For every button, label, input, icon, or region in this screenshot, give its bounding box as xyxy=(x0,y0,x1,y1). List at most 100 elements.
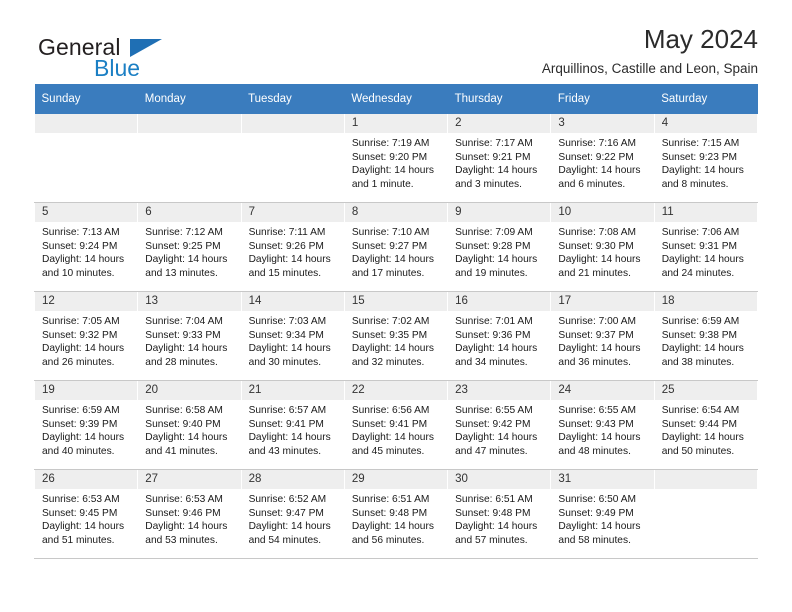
daylight-text-line1: Daylight: 14 hours xyxy=(455,521,538,533)
sunrise-text: Sunrise: 6:52 AM xyxy=(248,494,327,506)
sun-info: Sunrise: 7:15 AM Sunset: 9:23 PM Daylight:… xyxy=(655,133,757,191)
day-number: 27 xyxy=(138,470,241,490)
calendar-day-cell[interactable]: 5 Sunrise: 7:13 AM Sunset: 9:24 PM Daylight… xyxy=(33,202,139,292)
page-header: General Blue May 2024 Arquillinos, Casti… xyxy=(34,0,758,79)
calendar-cell-empty xyxy=(240,114,345,203)
calendar-day-cell[interactable]: 23 Sunrise: 6:55 AM Sunset: 9:42 PM Dayligh… xyxy=(447,380,552,470)
day-number: 26 xyxy=(35,470,138,490)
sunrise-text: Sunrise: 6:55 AM xyxy=(455,405,533,417)
day-number: 19 xyxy=(35,381,138,401)
sunset-text: Sunset: 9:20 PM xyxy=(351,151,428,163)
daylight-text-line2: and 32 minutes. xyxy=(351,356,425,368)
calendar-day-cell[interactable]: 6 Sunrise: 7:12 AM Sunset: 9:25 PM Daylight… xyxy=(137,202,242,292)
sunrise-text: Sunrise: 7:01 AM xyxy=(455,316,533,328)
sunrise-text: Sunrise: 7:02 AM xyxy=(351,316,430,328)
sunset-text: Sunset: 9:25 PM xyxy=(145,240,221,252)
calendar-day-cell[interactable]: 15 Sunrise: 7:02 AM Sunset: 9:35 PM Dayligh… xyxy=(343,291,449,381)
calendar-day-cell[interactable]: 20 Sunrise: 6:58 AM Sunset: 9:40 PM Dayligh… xyxy=(137,380,242,470)
daylight-text-line2: and 38 minutes. xyxy=(661,356,735,368)
day-number xyxy=(35,114,138,133)
calendar-day-cell[interactable]: 18 Sunrise: 6:59 AM Sunset: 9:38 PM Dayligh… xyxy=(653,291,759,381)
daylight-text-line2: and 28 minutes. xyxy=(145,356,218,368)
day-number: 7 xyxy=(241,203,344,223)
calendar-day-cell[interactable]: 3 Sunrise: 7:16 AM Sunset: 9:22 PM Daylight… xyxy=(550,114,655,203)
calendar-day-cell[interactable]: 19 Sunrise: 6:59 AM Sunset: 9:39 PM Dayligh… xyxy=(33,380,139,470)
calendar-day-cell[interactable]: 12 Sunrise: 7:05 AM Sunset: 9:32 PM Dayligh… xyxy=(33,291,139,381)
day-number: 15 xyxy=(344,292,448,312)
sunset-text: Sunset: 9:34 PM xyxy=(248,329,324,341)
daylight-text-line1: Daylight: 14 hours xyxy=(42,343,125,355)
day-cell-inner xyxy=(138,114,241,202)
calendar-page: General Blue May 2024 Arquillinos, Casti… xyxy=(0,0,792,612)
calendar-day-cell[interactable]: 8 Sunrise: 7:10 AM Sunset: 9:27 PM Daylight… xyxy=(343,202,449,292)
page-subtitle: Arquillinos, Castille and Leon, Spain xyxy=(541,61,758,77)
daylight-text-line2: and 54 minutes. xyxy=(248,534,322,546)
day-number: 31 xyxy=(551,470,654,490)
day-cell-inner: 11 Sunrise: 7:06 AM Sunset: 9:31 PM Dayligh… xyxy=(654,203,757,291)
calendar-day-cell[interactable]: 26 Sunrise: 6:53 AM Sunset: 9:45 PM Dayligh… xyxy=(33,469,139,559)
day-number xyxy=(241,114,344,133)
day-cell-inner: 4 Sunrise: 7:15 AM Sunset: 9:23 PM Daylight… xyxy=(654,114,757,202)
day-cell-inner: 18 Sunrise: 6:59 AM Sunset: 9:38 PM Dayligh… xyxy=(654,292,757,380)
calendar-day-cell[interactable]: 10 Sunrise: 7:08 AM Sunset: 9:30 PM Dayligh… xyxy=(550,202,655,292)
calendar-week-row: 19 Sunrise: 6:59 AM Sunset: 9:39 PM Dayligh… xyxy=(33,380,759,470)
daylight-text-line2: and 50 minutes. xyxy=(661,445,735,457)
sunset-text: Sunset: 9:48 PM xyxy=(455,507,531,519)
day-cell-inner: 16 Sunrise: 7:01 AM Sunset: 9:36 PM Dayligh… xyxy=(448,292,551,380)
sunset-text: Sunset: 9:49 PM xyxy=(558,507,634,519)
sunrise-text: Sunrise: 6:56 AM xyxy=(351,405,430,417)
calendar-day-cell[interactable]: 7 Sunrise: 7:11 AM Sunset: 9:26 PM Daylight… xyxy=(240,202,345,292)
calendar-cell-empty xyxy=(137,114,242,203)
calendar-day-cell[interactable]: 11 Sunrise: 7:06 AM Sunset: 9:31 PM Dayligh… xyxy=(653,202,759,292)
calendar-day-cell[interactable]: 17 Sunrise: 7:00 AM Sunset: 9:37 PM Dayligh… xyxy=(550,291,655,381)
sun-info: Sunrise: 6:50 AM Sunset: 9:49 PM Daylight:… xyxy=(551,489,653,547)
calendar-day-cell[interactable]: 24 Sunrise: 6:55 AM Sunset: 9:43 PM Dayligh… xyxy=(550,380,655,470)
daylight-text-line2: and 13 minutes. xyxy=(145,267,218,279)
calendar-day-cell[interactable]: 2 Sunrise: 7:17 AM Sunset: 9:21 PM Daylight… xyxy=(447,114,552,203)
sun-info: Sunrise: 6:51 AM Sunset: 9:48 PM Daylight:… xyxy=(345,489,447,547)
weekday-header-saturday: Saturday xyxy=(654,84,758,114)
calendar-day-cell[interactable]: 22 Sunrise: 6:56 AM Sunset: 9:41 PM Dayligh… xyxy=(343,380,449,470)
day-number: 10 xyxy=(551,203,654,223)
calendar-body: 1 Sunrise: 7:19 AM Sunset: 9:20 PM Daylight… xyxy=(33,114,759,559)
day-cell-inner: 17 Sunrise: 7:00 AM Sunset: 9:37 PM Dayligh… xyxy=(551,292,654,380)
calendar-day-cell[interactable]: 13 Sunrise: 7:04 AM Sunset: 9:33 PM Dayligh… xyxy=(137,291,242,381)
day-number: 18 xyxy=(654,292,757,312)
daylight-text-line1: Daylight: 14 hours xyxy=(42,254,125,266)
day-cell-inner xyxy=(35,114,138,202)
calendar-day-cell[interactable]: 25 Sunrise: 6:54 AM Sunset: 9:44 PM Dayligh… xyxy=(653,380,759,470)
day-number: 25 xyxy=(654,381,757,401)
calendar-day-cell[interactable]: 28 Sunrise: 6:52 AM Sunset: 9:47 PM Dayligh… xyxy=(240,469,345,559)
calendar-day-cell[interactable]: 30 Sunrise: 6:51 AM Sunset: 9:48 PM Dayligh… xyxy=(447,469,552,559)
day-cell-inner: 1 Sunrise: 7:19 AM Sunset: 9:20 PM Daylight… xyxy=(344,114,448,202)
day-number: 22 xyxy=(344,381,448,401)
calendar-day-cell[interactable]: 27 Sunrise: 6:53 AM Sunset: 9:46 PM Dayligh… xyxy=(137,469,242,559)
weekday-header-monday: Monday xyxy=(137,84,242,114)
calendar-day-cell[interactable]: 21 Sunrise: 6:57 AM Sunset: 9:41 PM Dayligh… xyxy=(240,380,345,470)
generalblue-logo[interactable]: General Blue xyxy=(34,24,236,80)
sun-info: Sunrise: 7:11 AM Sunset: 9:26 PM Daylight:… xyxy=(242,222,344,280)
daylight-text-line1: Daylight: 14 hours xyxy=(145,343,228,355)
sun-info: Sunrise: 6:59 AM Sunset: 9:38 PM Daylight:… xyxy=(655,311,757,369)
calendar-day-cell[interactable]: 4 Sunrise: 7:15 AM Sunset: 9:23 PM Daylight… xyxy=(653,114,759,203)
sun-info: Sunrise: 7:00 AM Sunset: 9:37 PM Daylight:… xyxy=(551,311,653,369)
day-cell-inner: 28 Sunrise: 6:52 AM Sunset: 9:47 PM Dayligh… xyxy=(241,470,344,558)
sun-info: Sunrise: 7:01 AM Sunset: 9:36 PM Daylight:… xyxy=(448,311,550,369)
day-number: 16 xyxy=(448,292,551,312)
sunset-text: Sunset: 9:31 PM xyxy=(661,240,738,252)
calendar-day-cell[interactable]: 31 Sunrise: 6:50 AM Sunset: 9:49 PM Dayligh… xyxy=(550,469,655,559)
day-number: 29 xyxy=(344,470,448,490)
calendar-day-cell[interactable]: 1 Sunrise: 7:19 AM Sunset: 9:20 PM Daylight… xyxy=(343,114,449,203)
calendar-day-cell[interactable]: 14 Sunrise: 7:03 AM Sunset: 9:34 PM Dayligh… xyxy=(240,291,345,381)
calendar-day-cell[interactable]: 29 Sunrise: 6:51 AM Sunset: 9:48 PM Dayligh… xyxy=(343,469,449,559)
calendar-week-row: 12 Sunrise: 7:05 AM Sunset: 9:32 PM Dayligh… xyxy=(33,291,759,381)
day-cell-inner: 19 Sunrise: 6:59 AM Sunset: 9:39 PM Dayligh… xyxy=(35,381,138,469)
calendar-day-cell[interactable]: 16 Sunrise: 7:01 AM Sunset: 9:36 PM Dayligh… xyxy=(447,291,552,381)
sunset-text: Sunset: 9:28 PM xyxy=(455,240,531,252)
sunrise-text: Sunrise: 6:55 AM xyxy=(558,405,636,417)
day-cell-inner: 23 Sunrise: 6:55 AM Sunset: 9:42 PM Dayligh… xyxy=(448,381,551,469)
sunrise-text: Sunrise: 7:06 AM xyxy=(661,227,740,239)
daylight-text-line2: and 43 minutes. xyxy=(248,445,322,457)
day-cell-inner: 2 Sunrise: 7:17 AM Sunset: 9:21 PM Daylight… xyxy=(448,114,551,202)
calendar-day-cell[interactable]: 9 Sunrise: 7:09 AM Sunset: 9:28 PM Daylight… xyxy=(447,202,552,292)
